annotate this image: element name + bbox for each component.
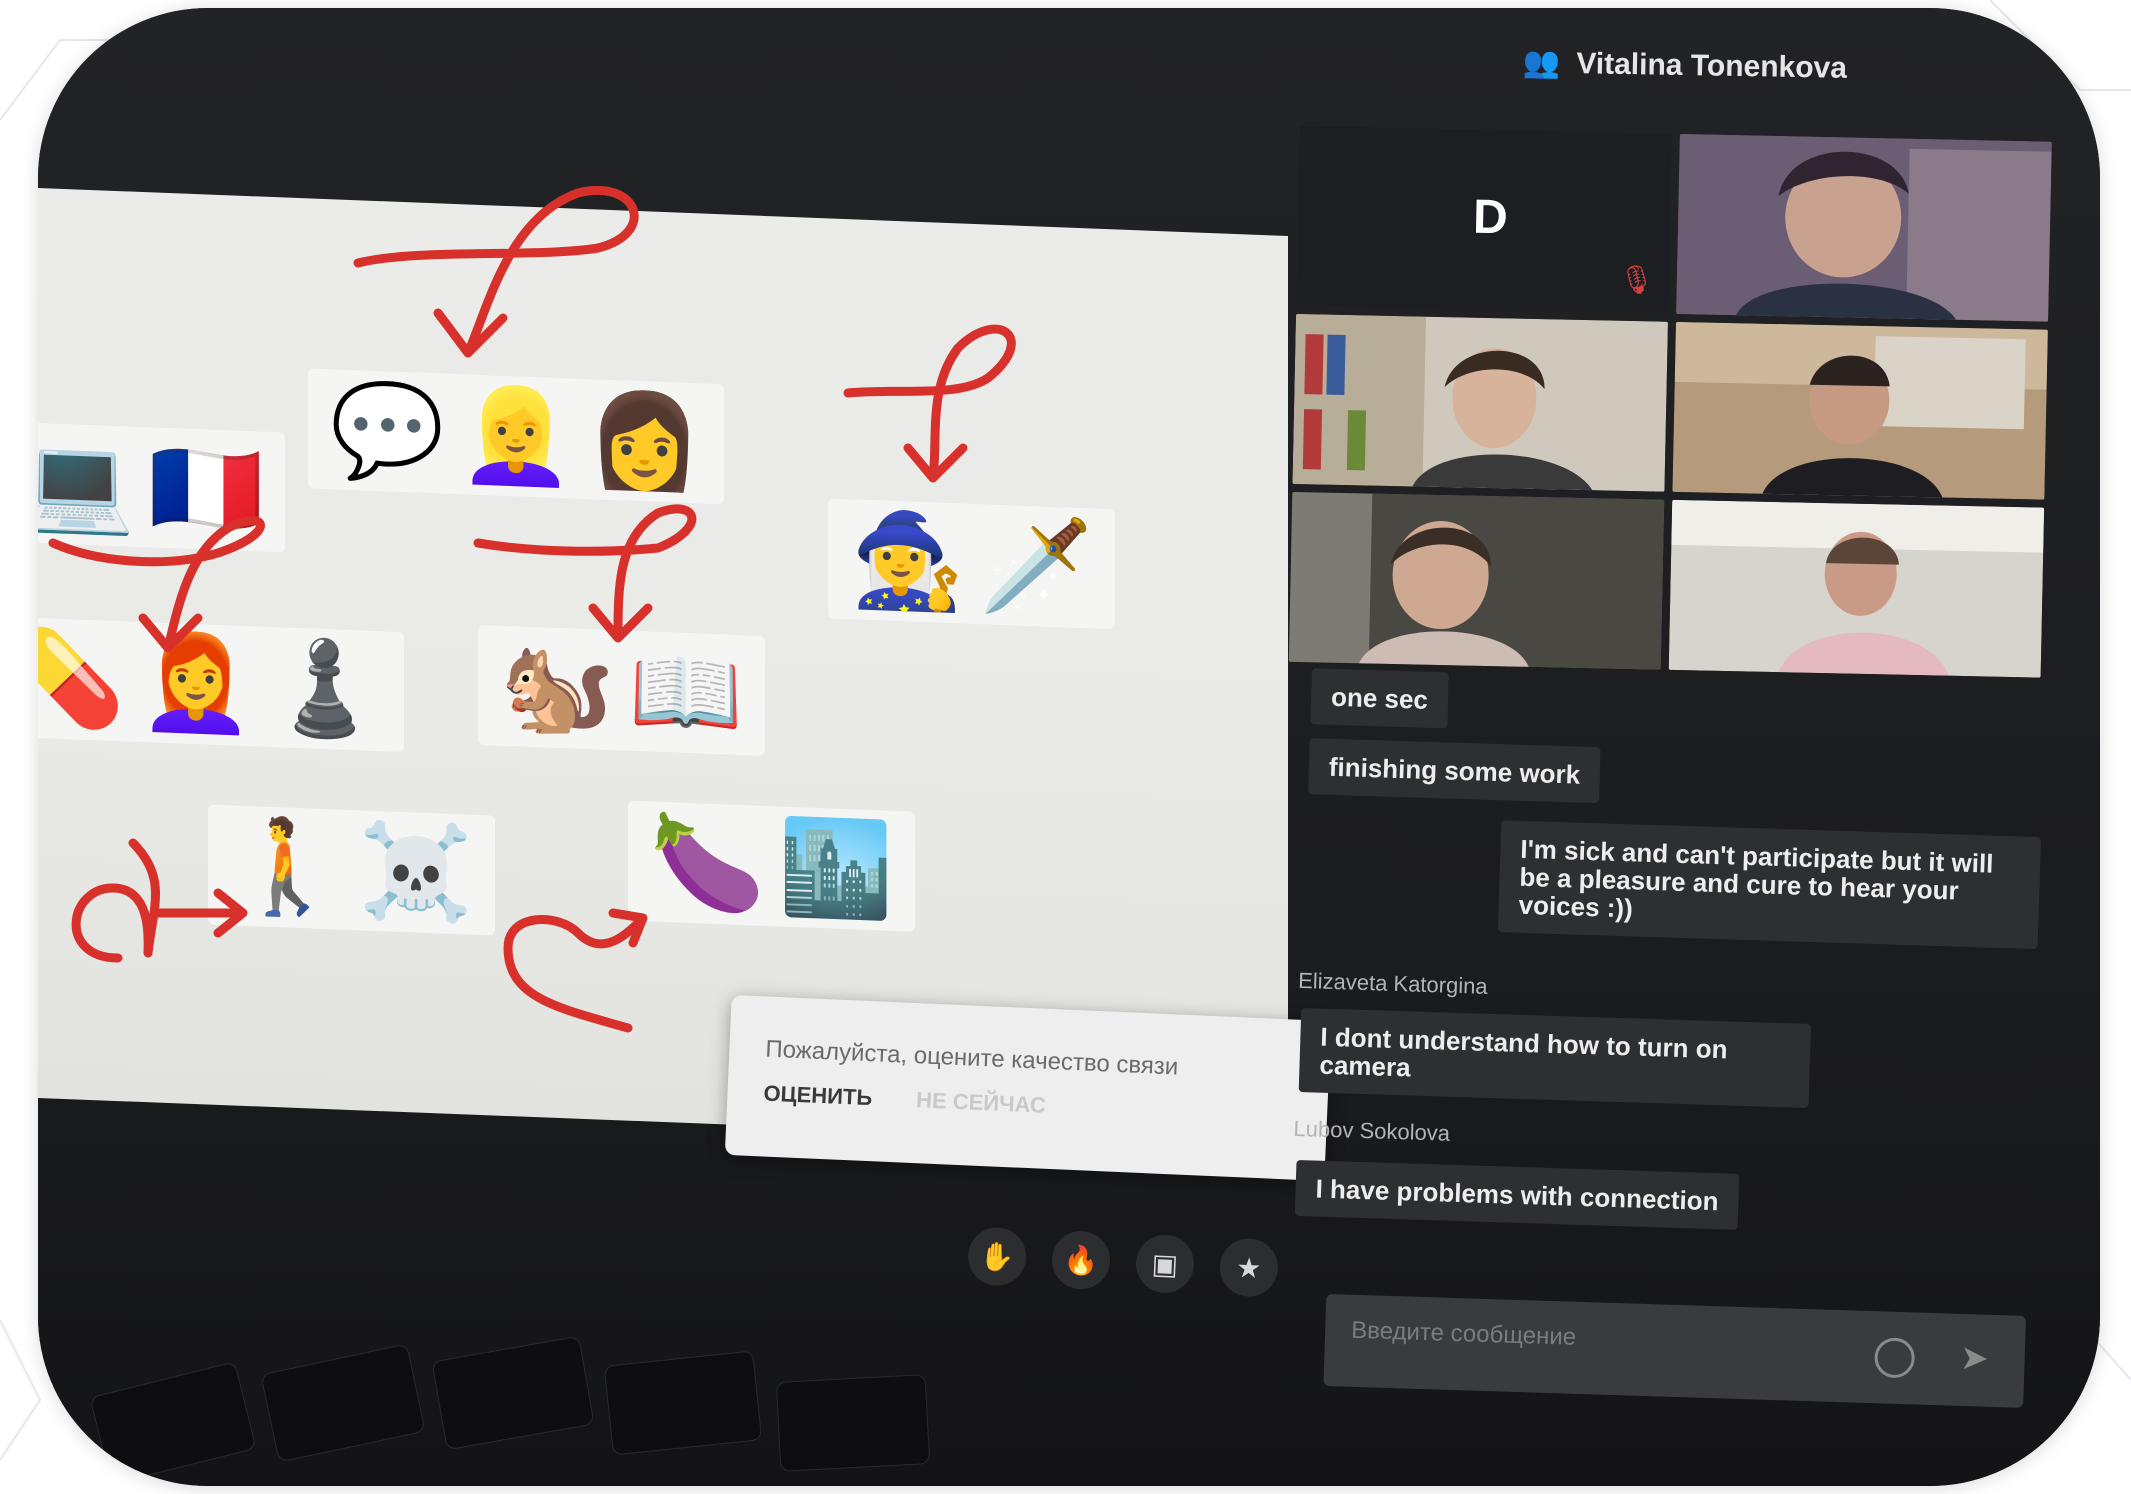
video-grid: D 🎙 — [1288, 126, 2060, 702]
screen-icon: ▣ — [1151, 1246, 1179, 1281]
arrow-5 — [71, 838, 248, 963]
video-tile-3[interactable] — [1292, 313, 1668, 492]
video-tile-avatar[interactable]: D 🎙 — [1296, 126, 1672, 314]
person-add-icon: 👥 — [1522, 45, 1561, 81]
arrow-1 — [353, 186, 639, 358]
video-feed — [1668, 499, 2045, 678]
arrow-6 — [503, 908, 648, 1033]
popup-message: Пожалуйста, оцените качество связи — [764, 1035, 1179, 1081]
screen-share-button[interactable]: ▣ — [1134, 1233, 1196, 1295]
chat-message-own: I'm sick and can't participate but it wi… — [1497, 820, 2042, 950]
chat-message: finishing some work — [1308, 738, 1602, 804]
keyboard-key — [603, 1350, 763, 1456]
chat-message: one sec — [1310, 668, 1449, 729]
video-tile-2[interactable] — [1676, 133, 2052, 322]
not-now-button[interactable]: НЕ СЕЙЧАС — [916, 1087, 1047, 1119]
keyboard-key — [775, 1374, 931, 1472]
fire-icon: 🔥 — [1062, 1242, 1100, 1278]
laptop-photo: 💬 👱‍♀️ 👩 💻 🇫🇷 🧙‍♀️ 🗡️ 💊 👩‍🦰 ♟️ 🐿️ 📖 🚶 ☠️… — [38, 8, 2100, 1486]
arrow-2 — [843, 324, 1016, 483]
rate-connection-popup: Пожалуйста, оцените качество связи ОЦЕНИ… — [724, 994, 1332, 1182]
keyboard-key — [431, 1335, 595, 1451]
hand-icon: ✋ — [978, 1239, 1016, 1274]
video-tile-5[interactable] — [1288, 491, 1665, 670]
video-feed — [1672, 321, 2048, 500]
arrow-3 — [48, 516, 265, 653]
video-feed — [1288, 491, 1665, 670]
current-user[interactable]: 👥 Vitalina Tonenkova — [1523, 45, 1848, 86]
laptop-keyboard — [38, 1335, 2100, 1486]
chat-panel: one sec finishing some work I'm sick and… — [1283, 668, 2085, 1412]
video-tile-6[interactable] — [1668, 499, 2045, 678]
avatar-initial: D — [1472, 190, 1509, 245]
message-sender: Lubov Sokolova — [1293, 1115, 1451, 1146]
keyboard-key — [89, 1361, 257, 1485]
video-feed — [1292, 313, 1668, 492]
chat-message: I have problems with connection — [1294, 1159, 1740, 1230]
video-tile-4[interactable] — [1672, 321, 2048, 500]
message-sender: Elizaveta Katorgina — [1297, 967, 1489, 999]
rate-button[interactable]: ОЦЕНИТЬ — [763, 1080, 873, 1111]
arrow-4 — [473, 504, 697, 643]
red-drawing-arrows — [48, 186, 1016, 1033]
user-name: Vitalina Tonenkova — [1576, 46, 1848, 85]
mic-off-icon: 🎙 — [1618, 262, 1655, 297]
chat-message: I dont understand how to turn on camera — [1298, 1008, 1812, 1108]
keyboard-key — [260, 1343, 426, 1463]
raise-hand-button[interactable]: ✋ — [966, 1226, 1028, 1287]
video-feed — [1676, 133, 2052, 322]
star-icon: ★ — [1235, 1250, 1263, 1285]
star-rate-button[interactable]: ★ — [1218, 1237, 1280, 1298]
reaction-button[interactable]: 🔥 — [1050, 1229, 1112, 1291]
